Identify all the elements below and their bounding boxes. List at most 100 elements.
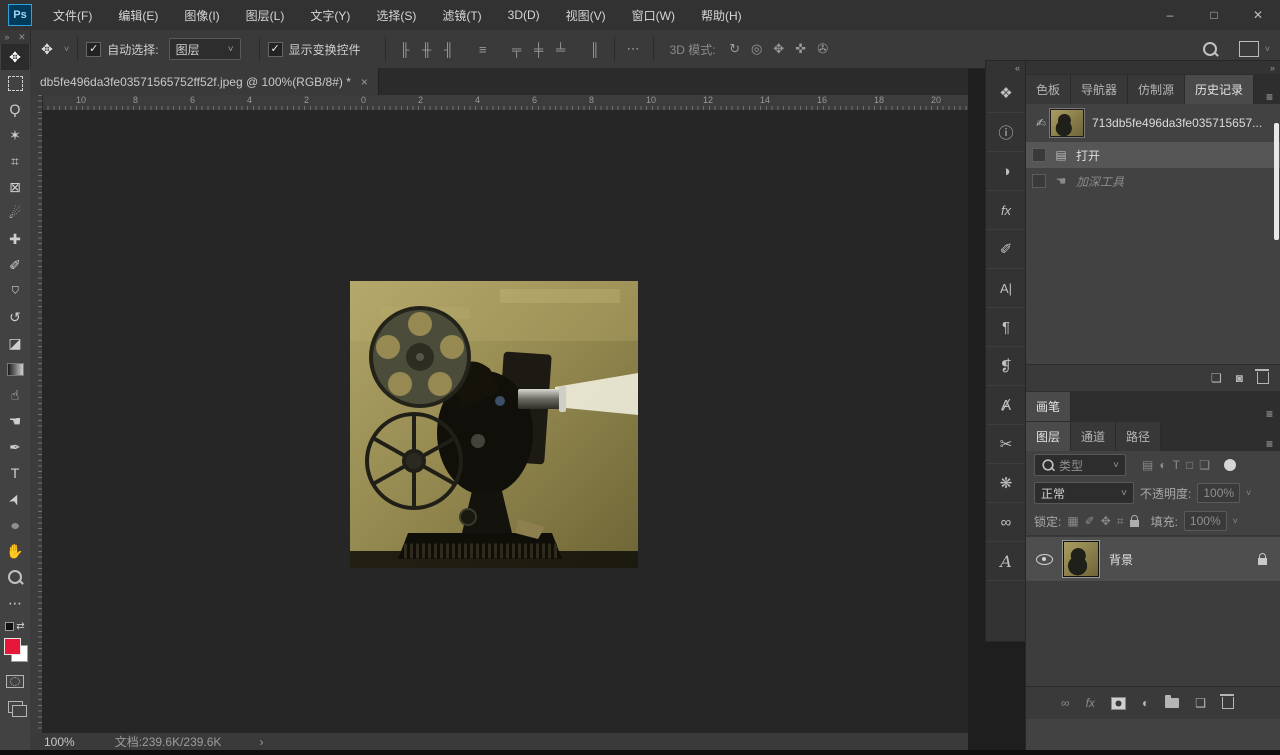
filter-type-icon[interactable]: T bbox=[1173, 458, 1180, 472]
tools-panel-header[interactable]: » ✕ bbox=[0, 30, 30, 44]
layer-lock-icon[interactable] bbox=[1258, 558, 1267, 565]
menu-type[interactable]: 文字(Y) bbox=[297, 0, 363, 30]
history-panel-menu-icon[interactable]: ≡ bbox=[1258, 90, 1280, 104]
history-source-checkbox[interactable] bbox=[1032, 174, 1046, 188]
eyedropper-tool[interactable]: ☄ bbox=[1, 200, 29, 226]
more-align-options-icon[interactable]: ⋯ bbox=[623, 41, 645, 57]
tab-paths[interactable]: 路径 bbox=[1116, 422, 1161, 451]
layer-name[interactable]: 背景 bbox=[1109, 551, 1133, 568]
delete-state-icon[interactable] bbox=[1257, 372, 1269, 384]
tab-layers[interactable]: 图层 bbox=[1026, 422, 1071, 451]
distribute-v-icon[interactable]: ║ bbox=[584, 42, 606, 57]
auto-select-dropdown[interactable]: 图层 ˅ bbox=[169, 38, 241, 60]
tool-preset-chevron-icon[interactable]: ˅ bbox=[64, 44, 69, 54]
panel-icon-nodes[interactable]: ❋ bbox=[986, 464, 1026, 503]
delete-layer-icon[interactable] bbox=[1222, 697, 1234, 709]
menu-help[interactable]: 帮助(H) bbox=[688, 0, 755, 30]
opacity-chevron-icon[interactable]: ˅ bbox=[1246, 488, 1251, 498]
tab-swatches[interactable]: 色板 bbox=[1026, 75, 1071, 104]
3d-orbit-icon[interactable]: ↻ bbox=[724, 41, 746, 57]
ps-logo-icon[interactable]: Ps bbox=[8, 4, 32, 26]
menu-3d[interactable]: 3D(D) bbox=[495, 0, 553, 30]
menu-layer[interactable]: 图层(L) bbox=[233, 0, 298, 30]
dock-collapse-header[interactable]: « bbox=[986, 61, 1026, 74]
maximize-button[interactable]: □ bbox=[1192, 2, 1236, 28]
tab-close-icon[interactable]: × bbox=[361, 75, 368, 89]
new-group-icon[interactable] bbox=[1165, 698, 1179, 708]
foreground-color-swatch[interactable] bbox=[4, 638, 21, 655]
panel-icon-character-styles[interactable]: ❡ bbox=[986, 347, 1026, 386]
3d-slide-icon[interactable]: ✜ bbox=[790, 41, 812, 57]
horizontal-ruler[interactable]: 10 8 6 4 2 0 2 4 6 8 10 12 14 16 18 20 bbox=[42, 95, 968, 111]
new-adjustment-layer-icon[interactable]: ◐ bbox=[1142, 696, 1149, 710]
magic-wand-tool[interactable]: ✶ bbox=[1, 122, 29, 148]
filter-adjustment-icon[interactable]: ◐ bbox=[1159, 458, 1166, 472]
panel-icon-info[interactable]: ⓘ bbox=[986, 113, 1026, 152]
menu-file[interactable]: 文件(F) bbox=[40, 0, 105, 30]
minimize-button[interactable]: – bbox=[1148, 2, 1192, 28]
history-entry-open[interactable]: ▤ 打开 bbox=[1026, 142, 1280, 168]
type-tool[interactable]: T bbox=[1, 460, 29, 486]
lock-artboard-icon[interactable]: ⌗ bbox=[1117, 514, 1124, 529]
filter-pixel-icon[interactable]: ▤ bbox=[1142, 458, 1153, 472]
workspace-chevron-icon[interactable]: ˅ bbox=[1265, 44, 1270, 54]
canvas-area[interactable] bbox=[42, 110, 968, 733]
close-button[interactable]: ✕ bbox=[1236, 2, 1280, 28]
crop-tool[interactable]: ⌗ bbox=[1, 148, 29, 174]
swap-colors-control[interactable]: ⇄ bbox=[1, 616, 29, 636]
filter-shape-icon[interactable]: □ bbox=[1186, 458, 1193, 472]
3d-roll-icon[interactable]: ◎ bbox=[746, 41, 768, 57]
collapse-icon[interactable]: » bbox=[4, 32, 9, 42]
history-source-checkbox[interactable] bbox=[1032, 148, 1046, 162]
brushes-panel-menu-icon[interactable]: ≡ bbox=[1258, 407, 1280, 421]
panel-icon-character[interactable]: A| bbox=[986, 269, 1026, 308]
filter-smart-object-icon[interactable]: ❏ bbox=[1199, 458, 1210, 472]
zoom-tool[interactable] bbox=[1, 564, 29, 590]
3d-pan-icon[interactable]: ✥ bbox=[768, 41, 790, 57]
eraser-tool[interactable]: ◪ bbox=[1, 330, 29, 356]
zoom-level[interactable]: 100% bbox=[44, 735, 75, 749]
marquee-tool[interactable] bbox=[1, 70, 29, 96]
panel-icon-adjustments[interactable]: ◑ bbox=[986, 152, 1026, 191]
move-tool[interactable]: ✥ bbox=[1, 44, 29, 70]
panel-icon-properties[interactable]: ❖ bbox=[986, 74, 1026, 113]
align-vcenter-icon[interactable]: ╪ bbox=[528, 42, 550, 57]
layer-row-background[interactable]: 背景 bbox=[1026, 536, 1280, 582]
show-transform-checkbox[interactable]: ✓ bbox=[268, 42, 283, 57]
add-layer-mask-icon[interactable] bbox=[1111, 697, 1126, 710]
menu-window[interactable]: 窗口(W) bbox=[619, 0, 688, 30]
link-layers-icon[interactable]: ∞ bbox=[1061, 696, 1070, 710]
layer-style-fx-icon[interactable]: fx bbox=[1086, 696, 1095, 710]
tab-brushes[interactable]: 画笔 bbox=[1026, 392, 1071, 421]
menu-image[interactable]: 图像(I) bbox=[171, 0, 232, 30]
fill-field[interactable]: 100% bbox=[1184, 511, 1227, 531]
clone-stamp-tool[interactable]: ⌂ bbox=[1, 278, 29, 304]
fill-chevron-icon[interactable]: ˅ bbox=[1233, 516, 1238, 526]
smudge-tool[interactable]: ☝ bbox=[1, 382, 29, 408]
panel-collapse-header[interactable]: » bbox=[1026, 61, 1280, 74]
menu-edit[interactable]: 编辑(E) bbox=[105, 0, 171, 30]
tab-history[interactable]: 历史记录 bbox=[1185, 75, 1254, 104]
align-hcenter-icon[interactable]: ╫ bbox=[416, 42, 438, 57]
gradient-tool[interactable] bbox=[1, 356, 29, 382]
layer-thumbnail[interactable] bbox=[1063, 541, 1099, 577]
history-brush-tool[interactable]: ↺ bbox=[1, 304, 29, 330]
panel-icon-brush-settings[interactable]: ✐ bbox=[986, 230, 1026, 269]
3d-camera-icon[interactable]: ✇ bbox=[812, 41, 834, 57]
hand-tool[interactable]: ✋ bbox=[1, 538, 29, 564]
quick-mask-button[interactable] bbox=[1, 668, 29, 694]
shape-tool[interactable]: ● bbox=[1, 512, 29, 538]
healing-brush-tool[interactable]: ✚ bbox=[1, 226, 29, 252]
tab-navigator[interactable]: 导航器 bbox=[1071, 75, 1128, 104]
panel-icon-glyphs[interactable]: A bbox=[986, 542, 1026, 581]
more-tools[interactable]: ⋯ bbox=[1, 590, 29, 616]
lasso-tool[interactable]: Ϙ bbox=[1, 96, 29, 122]
align-top-icon[interactable]: ╤ bbox=[506, 42, 528, 57]
history-source-icon[interactable]: ✍ bbox=[1032, 116, 1050, 130]
opacity-field[interactable]: 100% bbox=[1197, 483, 1240, 503]
filter-toggle-button[interactable] bbox=[1224, 459, 1236, 471]
auto-select-checkbox[interactable]: ✓ bbox=[86, 42, 101, 57]
distribute-h-icon[interactable]: ≡ bbox=[472, 42, 494, 57]
frame-tool[interactable]: ⊠ bbox=[1, 174, 29, 200]
lock-all-icon[interactable] bbox=[1130, 520, 1139, 527]
